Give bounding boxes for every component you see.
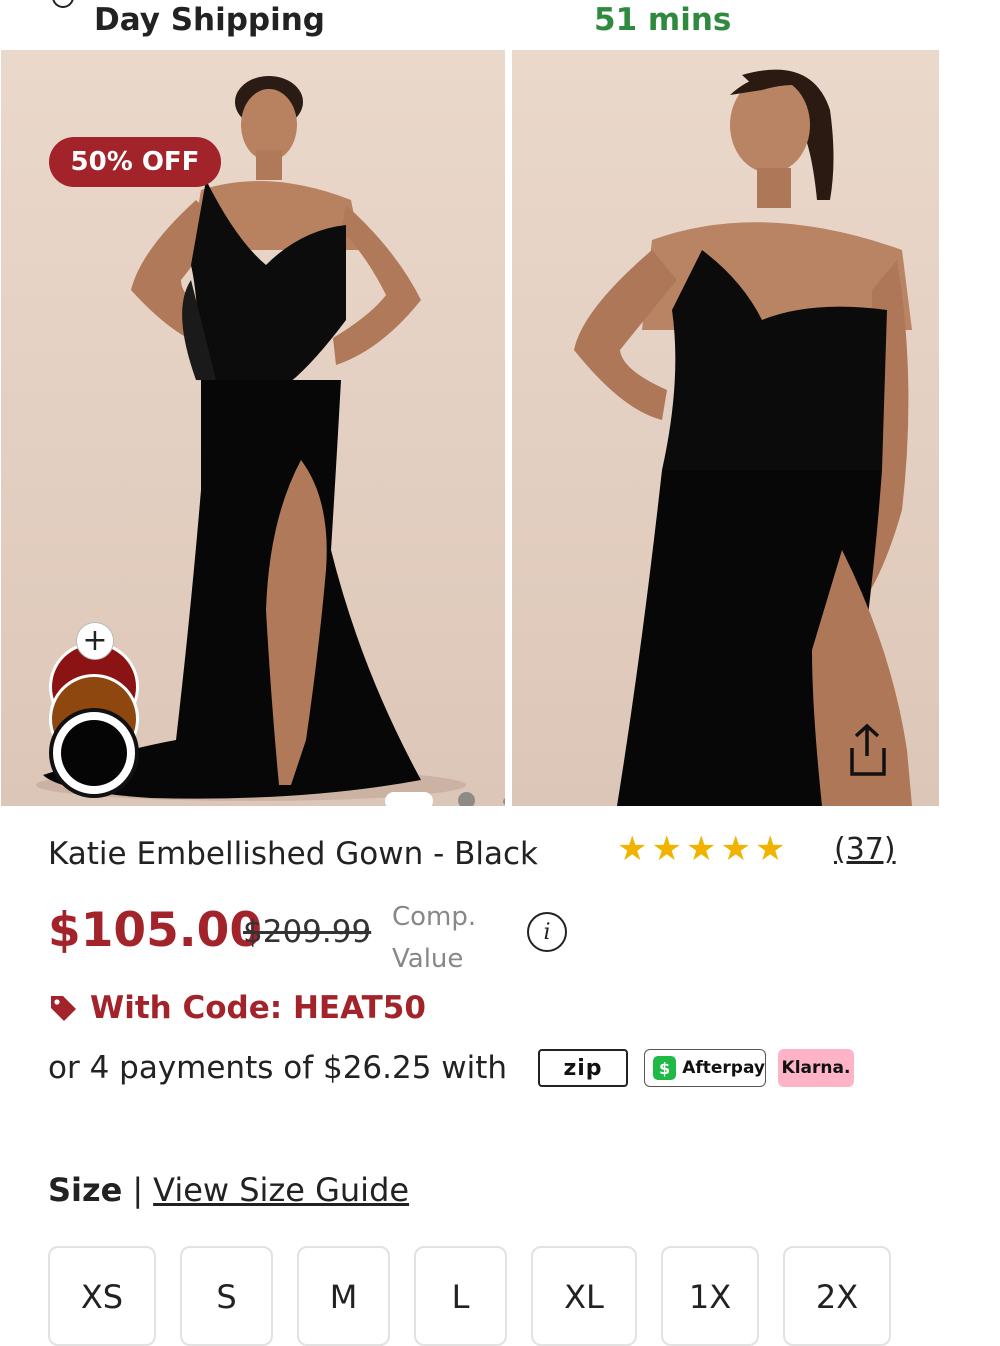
promo-code-text: With Code: HEAT50 (90, 990, 426, 1026)
klarna-button[interactable]: Klarna. (778, 1049, 854, 1087)
size-option-1x[interactable]: 1X (661, 1246, 759, 1346)
shipping-text: Day Shipping (94, 2, 325, 38)
size-option-l[interactable]: L (414, 1246, 507, 1346)
compare-price: $209.99 (243, 914, 372, 950)
size-option-2x[interactable]: 2X (783, 1246, 891, 1346)
size-guide-link[interactable]: View Size Guide (153, 1171, 409, 1209)
product-title: Katie Embellished Gown - Black (48, 836, 539, 872)
rating-stars: ★ ★ ★ ★ ★ (617, 832, 785, 866)
size-option-xl[interactable]: XL (531, 1246, 637, 1346)
shipping-bar: Day Shipping 51 mins (0, 0, 1000, 48)
carousel-dot[interactable] (458, 792, 475, 806)
zip-logo-text: zip (563, 1055, 603, 1081)
size-separator: | (132, 1171, 144, 1209)
more-colors-plus-icon[interactable]: + (76, 622, 114, 660)
swatch-black-selected[interactable] (49, 708, 139, 798)
compare-value-label: Comp. Value (392, 902, 477, 974)
star-icon: ★ (651, 829, 682, 869)
size-option-xs[interactable]: XS (48, 1246, 156, 1346)
afterpay-button[interactable]: $ Afterpay (644, 1049, 766, 1087)
size-options: XS S M L XL 1X 2X (0, 1246, 1000, 1346)
discount-badge: 50% OFF (49, 137, 221, 187)
klarna-label: Klarna. (781, 1058, 851, 1078)
share-icon[interactable] (846, 722, 888, 778)
sale-price: $105.00 (48, 903, 263, 958)
review-count-link[interactable]: (37) (834, 832, 896, 867)
model-in-gown-side-image (574, 69, 912, 806)
size-header: Size | View Size Guide (48, 1171, 409, 1209)
star-icon: ★ (720, 829, 751, 869)
size-label: Size (48, 1171, 123, 1209)
product-image-secondary[interactable] (512, 50, 939, 806)
afterpay-label: Afterpay (682, 1058, 765, 1078)
zip-pay-button[interactable]: zip (538, 1049, 628, 1087)
carousel-dot-active[interactable] (385, 792, 433, 806)
color-swatches: + (49, 622, 141, 800)
price-tag-icon (51, 996, 76, 1021)
info-icon[interactable]: i (527, 912, 567, 952)
afterpay-logo-icon: $ (653, 1056, 677, 1080)
star-icon: ★ (617, 829, 648, 869)
clock-icon (52, 0, 74, 8)
carousel-dot[interactable] (503, 798, 505, 805)
installment-text: or 4 payments of $26.25 with (48, 1050, 508, 1086)
size-option-m[interactable]: M (297, 1246, 390, 1346)
star-icon: ★ (754, 829, 786, 869)
promo-code: With Code: HEAT50 (48, 990, 426, 1026)
size-option-s[interactable]: S (180, 1246, 273, 1346)
product-image-main[interactable]: 50% OFF + (1, 50, 505, 806)
shipping-timer: 51 mins (594, 2, 732, 38)
star-icon: ★ (685, 829, 717, 869)
